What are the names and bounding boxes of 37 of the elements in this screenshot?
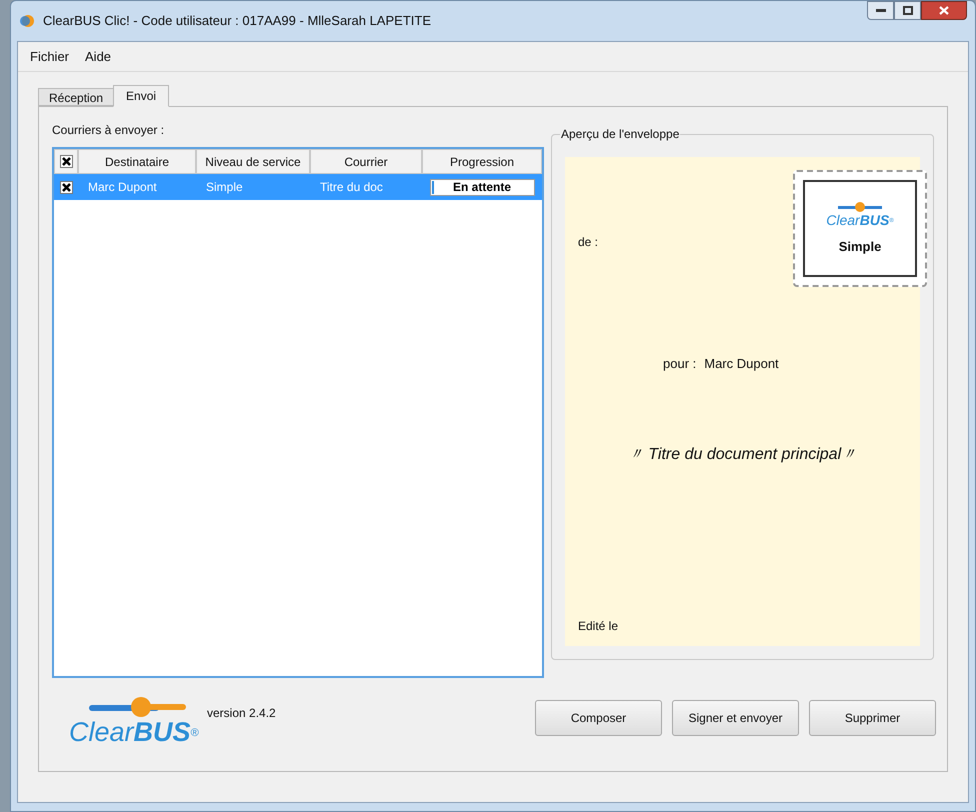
edited-label: Edité le	[578, 618, 618, 635]
app-icon	[19, 13, 35, 29]
menu-item[interactable]: Aide	[83, 46, 114, 66]
table-cell-text: Titre du doc	[319, 179, 384, 196]
table-row[interactable]: Marc Dupont Simple Titre du doc En attente	[54, 174, 542, 200]
to-label: pour :	[663, 355, 696, 373]
stamp-logo-text: ClearBUS$^{®}$	[826, 212, 894, 227]
minimize-icon	[876, 9, 886, 12]
minimize-button[interactable]	[867, 1, 894, 20]
table-cell-text: Marc Dupont	[87, 179, 158, 196]
table-cell-text: Simple	[205, 179, 244, 196]
button[interactable]: Composer	[535, 700, 662, 736]
close-button[interactable]	[921, 1, 967, 20]
button[interactable]: Signer et envoyer	[672, 700, 799, 736]
menu-item[interactable]: Fichier	[28, 46, 72, 66]
checkbox[interactable]	[60, 180, 72, 194]
column-header[interactable]: Courrier	[310, 149, 422, 174]
stamp-service-label: Simple	[838, 238, 882, 256]
maximize-button[interactable]	[894, 1, 921, 20]
column-header[interactable]: Destinataire	[78, 149, 196, 174]
button[interactable]: Supprimer	[809, 700, 936, 736]
list-label: Courriers à envoyer :	[52, 122, 164, 139]
checkbox[interactable]	[60, 155, 72, 168]
group-title: Aperçu de l'enveloppe	[560, 126, 680, 142]
maximize-icon	[902, 6, 912, 15]
document-title: 〃 Titre du document principal〃	[628, 445, 858, 465]
close-icon	[939, 6, 949, 15]
tab[interactable]: Réception	[38, 88, 114, 106]
version-label: version 2.4.2	[207, 705, 276, 722]
column-header[interactable]: Niveau de service	[196, 149, 310, 174]
tab[interactable]: Envoi	[113, 85, 170, 107]
recipient-name: Marc Dupont	[704, 355, 779, 373]
column-header[interactable]: Progression	[422, 149, 542, 174]
from-label: de :	[578, 234, 598, 251]
progress-label: En attente	[452, 179, 511, 196]
window-title: ClearBUS Clic! - Code utilisateur : 017AA99 - MlleSarah LAPETITE	[43, 12, 431, 30]
clearbus-logo: ClearBUS$^{®}$	[69, 696, 199, 746]
